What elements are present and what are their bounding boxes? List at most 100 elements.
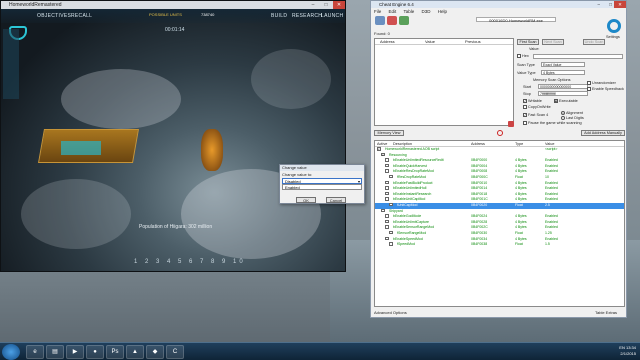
cheat-engine-logo-icon <box>607 19 621 33</box>
start-button[interactable] <box>2 344 20 360</box>
found-list[interactable]: Address Value Previous <box>374 38 514 126</box>
open-process-icon[interactable] <box>375 16 385 25</box>
pause-game-checkbox[interactable]: Pause the game while scanning <box>523 121 582 125</box>
value-label: Value: <box>529 47 540 51</box>
clock-date[interactable]: 2/1/2015 <box>620 351 636 356</box>
found-count: Found: 0 <box>374 31 390 36</box>
found-list-header: Address Value Previous <box>375 39 513 45</box>
ok-button[interactable]: OK <box>296 197 316 203</box>
clock-time[interactable]: 13:34 <box>626 345 636 350</box>
minimize-icon[interactable]: – <box>597 1 600 8</box>
menu-edit[interactable]: Edit <box>389 9 397 14</box>
value-select[interactable]: Disabled ▾ <box>282 178 362 184</box>
col-value[interactable]: Value <box>425 39 435 45</box>
ie-icon[interactable]: e <box>26 345 44 359</box>
build-button[interactable]: BUILD <box>271 13 287 19</box>
row-value[interactable]: 1.5 <box>545 242 550 248</box>
stop-address-input[interactable]: 7fffffffffffffff <box>538 91 588 96</box>
cancel-button[interactable]: Cancel <box>326 197 346 203</box>
stop-label: Stop <box>523 92 531 96</box>
cheat-table[interactable]: Active Description Address Type Value xH… <box>374 140 625 307</box>
population-text: Population of Hiigara: 302 million <box>139 224 213 230</box>
unrandomizer-checkbox[interactable]: Unrandomizer <box>587 81 616 85</box>
menu-table[interactable]: Table <box>403 9 414 14</box>
value-input[interactable] <box>533 54 623 59</box>
launch-button[interactable]: LAUNCH <box>321 13 343 19</box>
value-select-option[interactable]: Enabled <box>282 184 362 190</box>
stop-icon[interactable] <box>497 130 503 136</box>
game-viewport[interactable]: OBJECTIVES RECALL POSSIBLE UNITS 738740 … <box>1 9 345 271</box>
ce-titlebar[interactable]: Cheat Engine 6.4 – □ ✕ <box>371 1 626 8</box>
cheat-table-rows: x HomeworldRemastered AOB script <script> x… <box>375 147 624 248</box>
add-address-manually-button[interactable]: Add Address Manually <box>581 130 625 136</box>
system-tray[interactable]: EN 13:34 2/1/2015 <box>619 345 636 357</box>
open-file-icon[interactable] <box>387 16 397 25</box>
taskbar: e ▤ ▶ ● Ps ▲ ◆ C EN 13:34 2/1/2015 <box>0 342 640 360</box>
col-previous[interactable]: Previous <box>465 39 481 45</box>
mothership-glow <box>61 141 101 155</box>
menu-file[interactable]: File <box>374 9 381 14</box>
advanced-options-link[interactable]: Advanced Options <box>374 310 625 315</box>
media-player-icon[interactable]: ▶ <box>66 345 84 359</box>
maximize-icon[interactable]: □ <box>320 1 332 9</box>
homeworld-task-icon[interactable]: ◆ <box>146 345 164 359</box>
value-type-select[interactable]: 4 Bytes <box>541 70 585 75</box>
fast-scan-checkbox[interactable]: ✓Fast Scan 4 <box>523 113 548 117</box>
photoshop-icon[interactable]: Ps <box>106 345 124 359</box>
possible-units-value: 738740 <box>201 12 215 17</box>
writable-checkbox[interactable]: ✓Writable <box>523 99 542 103</box>
save-icon[interactable] <box>399 16 409 25</box>
next-scan-button[interactable]: Next Scan <box>542 39 564 45</box>
cheat-engine-task-icon[interactable]: C <box>166 345 184 359</box>
asteroid[interactable] <box>201 129 223 171</box>
fleet-sidebar[interactable] <box>3 29 19 99</box>
maximize-icon[interactable]: □ <box>609 1 612 8</box>
speedhack-checkbox[interactable]: Enable Speedhack <box>587 87 624 91</box>
cheat-engine-window[interactable]: Cheat Engine 6.4 – □ ✕ File Edit Table D… <box>370 0 627 318</box>
settings-label[interactable]: Settings <box>606 35 620 39</box>
start-address-input[interactable]: 0000000000000000 <box>538 84 588 89</box>
possible-units-label: POSSIBLE UNITS <box>149 12 182 17</box>
first-scan-button[interactable]: First Scan <box>517 39 539 45</box>
game-window-titlebar[interactable]: HomeworldRemastered – □ ✕ <box>1 1 345 9</box>
research-button[interactable]: RESEARCH <box>292 13 322 19</box>
scan-type-label: Scan Type <box>517 63 535 67</box>
row-description: fSpeedMod <box>397 242 415 247</box>
undo-scan-button[interactable]: Undo Scan <box>583 39 605 45</box>
game-window[interactable]: HomeworldRemastered – □ ✕ OBJECTIVES REC… <box>0 0 346 272</box>
table-extras-link[interactable]: Table Extras <box>595 310 617 315</box>
change-value-dialog[interactable]: Change value Change value to: Disabled ▾… <box>279 164 365 204</box>
game-window-title: HomeworldRemastered <box>9 2 62 8</box>
language-indicator[interactable]: EN <box>619 345 625 350</box>
start-label: Start <box>523 85 532 89</box>
alignment-radio[interactable]: • Alignment <box>561 111 583 115</box>
hex-checkbox[interactable]: Hex <box>517 54 529 58</box>
dialog-label: Change value to: <box>282 172 313 177</box>
col-address[interactable]: Address <box>380 39 395 45</box>
scan-type-select[interactable]: Exact Value <box>541 62 585 67</box>
close-icon[interactable]: ✕ <box>333 1 345 9</box>
ce-title: Cheat Engine 6.4 <box>379 2 414 7</box>
table-row[interactable]: fSpeedMod 0B4F0038 Float 1.5 <box>375 242 624 248</box>
firefox-icon[interactable]: ● <box>86 345 104 359</box>
ce-menubar: File Edit Table D3D Help <box>371 8 626 15</box>
recall-button[interactable]: RECALL <box>71 13 92 19</box>
hotkey-group-numbers[interactable]: 1 2 3 4 5 6 7 8 9 10 <box>134 259 246 265</box>
objectives-button[interactable]: OBJECTIVES <box>37 13 71 19</box>
pointer-arrow-icon[interactable] <box>508 121 514 127</box>
last-digits-radio[interactable]: Last Digits <box>561 116 584 120</box>
memory-view-button[interactable]: Memory View <box>374 130 404 136</box>
executable-checkbox[interactable]: ■ Executable <box>554 99 578 103</box>
menu-d3d[interactable]: D3D <box>422 9 431 14</box>
close-icon[interactable]: ✕ <box>614 1 626 8</box>
menu-help[interactable]: Help <box>438 9 447 14</box>
chevron-down-icon[interactable]: ▾ <box>358 179 360 184</box>
copyonwrite-checkbox[interactable]: CopyOnWrite <box>523 105 551 109</box>
row-type: Float <box>515 242 523 247</box>
mission-timer: 00:01:14 <box>165 27 185 33</box>
minimize-icon[interactable]: – <box>307 1 319 9</box>
row-address: 0B4F0038 <box>471 242 488 247</box>
vlc-icon[interactable]: ▲ <box>126 345 144 359</box>
explorer-icon[interactable]: ▤ <box>46 345 64 359</box>
process-name: 000016D0-HomeworldRM.exe <box>476 17 556 23</box>
